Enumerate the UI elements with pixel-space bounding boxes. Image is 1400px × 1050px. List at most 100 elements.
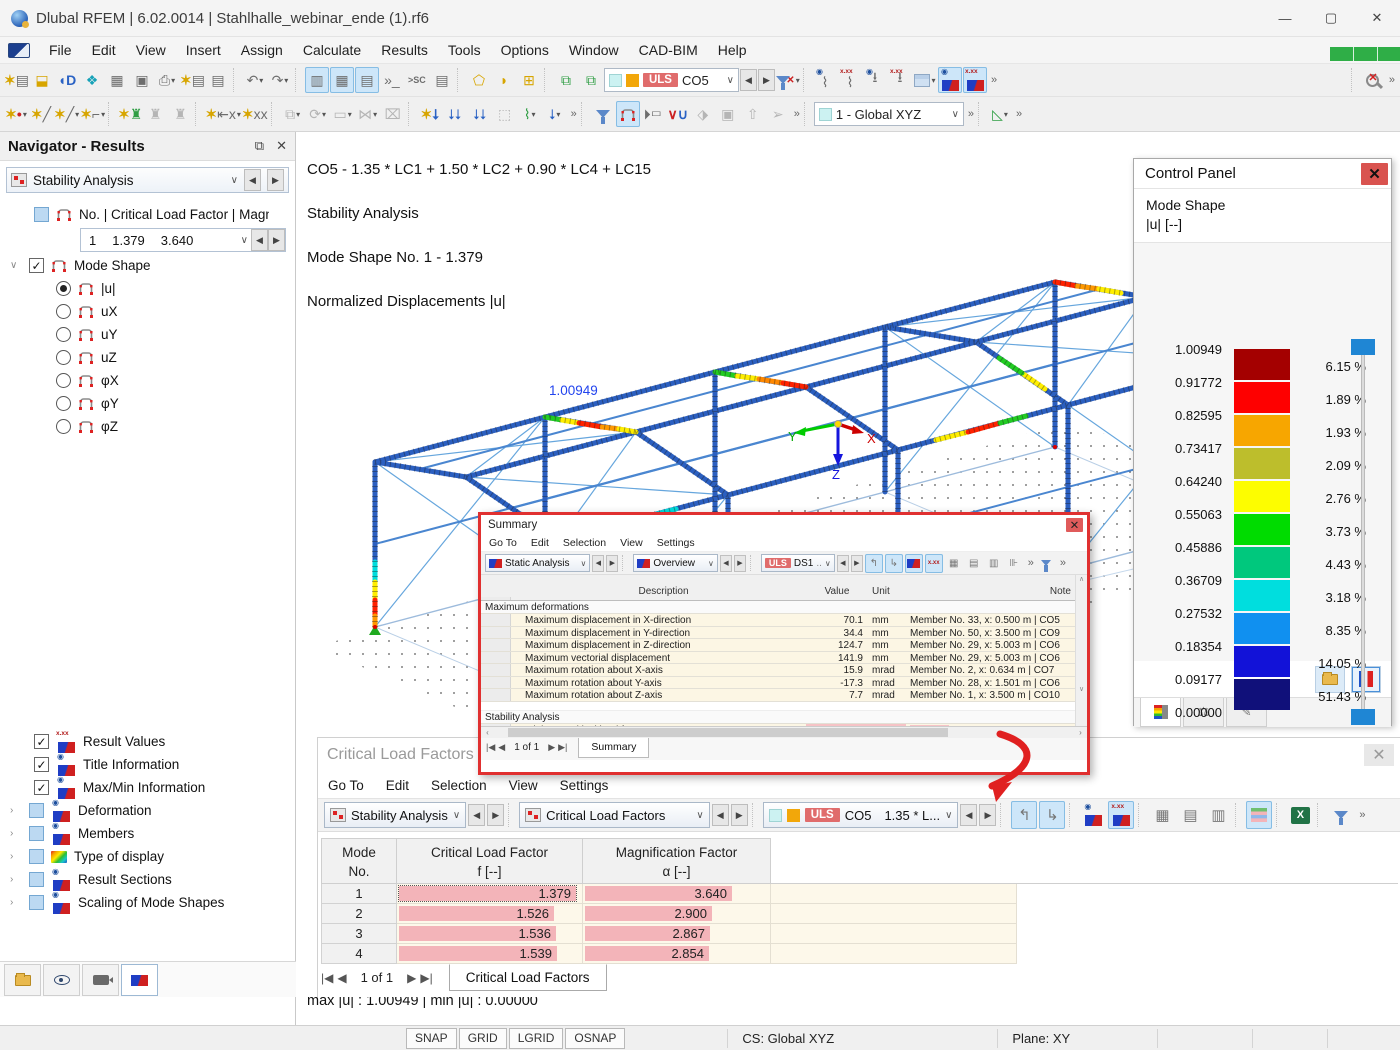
maxmin-info-checkbox[interactable]: ✓ bbox=[34, 780, 49, 795]
summary-tab[interactable]: Summary bbox=[578, 738, 650, 758]
analysis-combo[interactable]: Static Analysis ∨ bbox=[485, 554, 591, 572]
menu-edit[interactable]: Edit bbox=[82, 38, 126, 62]
item-label[interactable]: Deformation bbox=[78, 803, 152, 818]
area-load-icon[interactable]: ⬚ bbox=[493, 101, 517, 127]
osnap-toggle[interactable]: OSNAP bbox=[565, 1027, 626, 1049]
mode-no-cell[interactable]: 3 bbox=[321, 924, 397, 944]
summary-row[interactable]: Maximum displacement in X-direction 70.1 m… bbox=[481, 614, 1087, 627]
sync-view-icon[interactable]: ↳ bbox=[884, 553, 903, 573]
imperfection-icon[interactable]: ⌇ ▾ bbox=[518, 101, 542, 127]
support2-icon[interactable]: ♜ bbox=[143, 101, 167, 127]
first-page-icon[interactable]: |◀ bbox=[321, 971, 333, 985]
prev-button[interactable]: ◀ bbox=[592, 554, 605, 572]
f-cell[interactable]: 1.539 bbox=[397, 944, 583, 964]
loading-combo[interactable]: ULS CO5 ∨ bbox=[603, 68, 739, 92]
grid-toggle[interactable]: GRID bbox=[458, 1027, 507, 1049]
item-label[interactable]: Scaling of Mode Shapes bbox=[78, 895, 224, 910]
dim-x-icon[interactable]: ✶ ⇤x ▾ bbox=[205, 101, 240, 127]
menu-view[interactable]: View bbox=[126, 38, 176, 62]
table-compact-icon[interactable]: ▤ bbox=[1177, 801, 1203, 829]
table-filtered-icon[interactable]: ▥ bbox=[1205, 801, 1231, 829]
frame-icon[interactable]: ▭ ▾ bbox=[331, 101, 355, 127]
close-button[interactable]: ✕ bbox=[1354, 0, 1400, 37]
table-full-icon[interactable]: ▦ bbox=[1149, 801, 1175, 829]
member-load-icon[interactable]: ⭣⭣ bbox=[443, 101, 467, 127]
collapse-icon[interactable]: ∨ bbox=[10, 260, 22, 271]
results-navigator-tab[interactable] bbox=[121, 964, 158, 996]
excel-export-icon[interactable]: X bbox=[1287, 801, 1313, 829]
summary-row[interactable]: Maximum rotation about Y-axis -17.3 mrad Me… bbox=[481, 676, 1087, 689]
menu-edit[interactable]: Edit bbox=[386, 778, 409, 793]
loading-prev-button[interactable]: ◀ bbox=[740, 69, 757, 91]
result-diagram-xxx-icon[interactable] bbox=[963, 67, 987, 93]
panel-close-icon[interactable]: ✕ bbox=[1364, 744, 1394, 766]
minimize-button[interactable]: — bbox=[1262, 0, 1308, 37]
toggle-panels-icon[interactable]: ▤ bbox=[354, 67, 379, 93]
menu-calculate[interactable]: Calculate bbox=[293, 38, 371, 62]
radio-uy[interactable] bbox=[56, 327, 71, 342]
item-label[interactable]: Title Information bbox=[83, 757, 179, 772]
item-label[interactable]: Type of display bbox=[74, 849, 164, 864]
view-frame-icon[interactable] bbox=[615, 101, 640, 127]
f-cell[interactable]: 1.379 bbox=[397, 884, 583, 904]
mode-no-cell[interactable]: 4 bbox=[321, 944, 397, 964]
data-navigator-tab[interactable] bbox=[4, 964, 41, 996]
sc-console-icon[interactable]: >SC bbox=[405, 67, 429, 93]
scale-slider-bottom-handle[interactable] bbox=[1351, 709, 1375, 725]
lgrid-toggle[interactable]: LGRID bbox=[508, 1027, 564, 1049]
members-checkbox[interactable] bbox=[29, 826, 44, 841]
member-eye-icon[interactable]: ⌇ bbox=[813, 67, 837, 93]
analysis-prev-button[interactable]: ◀ bbox=[468, 804, 486, 826]
chart-bars-icon[interactable] bbox=[1246, 801, 1273, 829]
analysis-next-button[interactable]: ▶ bbox=[267, 169, 284, 191]
overflow-chevrons[interactable]: » bbox=[1013, 108, 1023, 120]
walk-icon[interactable]: ⇧ bbox=[741, 101, 765, 127]
table-row[interactable]: 4 1.539 2.854 bbox=[321, 944, 1398, 964]
model-cube-icon[interactable]: ❖ bbox=[80, 67, 104, 93]
summary-row[interactable]: Maximum rotation about X-axis 15.9 mrad Mem… bbox=[481, 664, 1087, 677]
clf-checkbox[interactable] bbox=[34, 207, 49, 222]
table-full-icon[interactable]: ▦ bbox=[945, 554, 963, 573]
alpha-cell[interactable]: 3.640 bbox=[583, 884, 771, 904]
fly-icon[interactable]: ➢ bbox=[766, 101, 790, 127]
render-icon[interactable]: ▣ bbox=[716, 101, 740, 127]
menu-results[interactable]: Results bbox=[371, 38, 438, 62]
filter-delete-icon[interactable]: ✕ ▾ bbox=[776, 67, 800, 93]
new-polyline-icon[interactable]: ✶ ⌐ ▾ bbox=[80, 101, 105, 127]
float-panel-icon[interactable]: ⧉ bbox=[255, 138, 264, 154]
table-combo[interactable]: Critical Load Factors ∨ bbox=[519, 802, 710, 828]
table-filtered-icon[interactable]: ▥ bbox=[985, 554, 1003, 573]
overflow-chevrons[interactable]: » bbox=[988, 74, 998, 86]
open-file-icon[interactable]: ⬓ bbox=[30, 67, 54, 93]
new-table-icon[interactable]: ✶ ▤ bbox=[180, 67, 205, 93]
scale-slider-top-handle[interactable] bbox=[1351, 339, 1375, 355]
menu-help[interactable]: Help bbox=[708, 38, 757, 62]
sync-selection-icon[interactable]: ↰ bbox=[1011, 801, 1038, 829]
option-label[interactable]: |u| bbox=[101, 281, 116, 296]
summary-hscrollbar[interactable]: ‹ › bbox=[481, 727, 1087, 738]
analysis-next-button[interactable]: ▶ bbox=[487, 804, 505, 826]
select-circle-icon[interactable]: ◗ bbox=[492, 67, 516, 93]
grid-eye-icon[interactable]: ▾ bbox=[913, 67, 937, 93]
last-page-icon[interactable]: ▶| bbox=[420, 971, 432, 985]
result-xxx-icon[interactable]: x.xx bbox=[924, 553, 943, 573]
expand-icon[interactable]: › bbox=[10, 897, 22, 908]
mirror-icon[interactable]: ⋈ ▾ bbox=[356, 101, 380, 127]
console-icon[interactable]: »_ bbox=[380, 67, 404, 93]
option-label[interactable]: φZ bbox=[101, 419, 118, 434]
result-eye-icon[interactable] bbox=[904, 553, 923, 573]
dim-xx-icon[interactable]: ✶ xx bbox=[242, 101, 268, 127]
next-button[interactable]: ▶ bbox=[606, 554, 619, 572]
design-situation-combo[interactable]: ULS DS1.. ∨ bbox=[760, 554, 835, 572]
loading-prev-button[interactable]: ◀ bbox=[960, 804, 978, 826]
mode-next-button[interactable]: ▶ bbox=[268, 229, 285, 251]
summary-row[interactable]: Maximum displacement in Z-direction 124.7… bbox=[481, 639, 1087, 652]
table-compact-icon[interactable]: ▤ bbox=[965, 554, 983, 573]
option-label[interactable]: uX bbox=[101, 304, 118, 319]
menu-edit[interactable]: Edit bbox=[531, 537, 549, 549]
snap-toggle[interactable]: SNAP bbox=[406, 1027, 457, 1049]
summary-row[interactable]: Maximum displacement in Y-direction 34.4 m… bbox=[481, 626, 1087, 639]
new-line-icon[interactable]: ✶ ╱ bbox=[29, 101, 53, 127]
prev-page-icon[interactable]: ◀ bbox=[498, 742, 505, 753]
new-member-icon[interactable]: ✶ ╱ ▾ bbox=[54, 101, 79, 127]
